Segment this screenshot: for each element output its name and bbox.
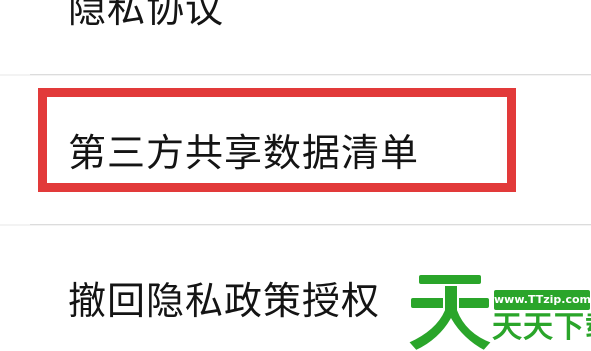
divider [30, 224, 591, 225]
menu-item-label: 撤回隐私政策授权 [68, 279, 381, 323]
divider [30, 74, 591, 75]
menu-item-third-party-data-list[interactable]: 第三方共享数据清单 [0, 76, 591, 224]
menu-item-privacy-agreement[interactable]: 隐私协议 [0, 0, 591, 74]
watermark-url: www.TTzip.com [494, 290, 591, 310]
watermark-text: 天天下载 [492, 310, 591, 345]
menu-item-label: 第三方共享数据清单 [68, 131, 420, 175]
settings-screen: 隐私协议 第三方共享数据清单 撤回隐私政策授权 www.TTzip.com 天天… [0, 0, 591, 351]
watermark: www.TTzip.com 天天下载 [408, 270, 591, 351]
watermark-logo-icon [408, 273, 494, 351]
menu-item-label: 隐私协议 [68, 0, 225, 31]
